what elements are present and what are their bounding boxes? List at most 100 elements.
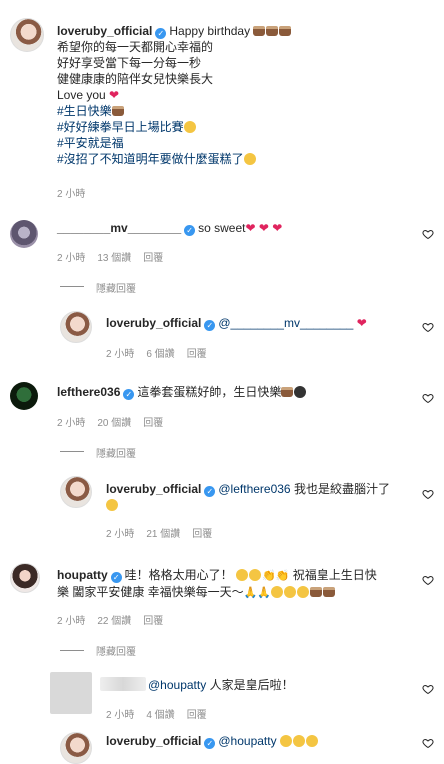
face-icon [279,735,292,747]
sweat-smile-icon [243,153,256,165]
like-heart-icon[interactable] [422,228,434,240]
comment-text: 樂 闔家平安健康 幸福快樂每一天～ [57,585,244,599]
hide-replies-button[interactable]: 隱藏回覆 [96,280,136,295]
reply-button[interactable]: 回覆 [187,349,207,360]
clap-icon: 👏 [275,570,290,582]
reply-username[interactable]: loveruby_official [106,734,201,748]
caption-line: 健健康康的陪伴女兒快樂長大 [57,72,214,86]
verified-icon: ✓ [204,738,216,749]
like-heart-icon[interactable] [422,488,434,500]
reply-meta: 2 小時 4 個讚 回覆 [106,706,219,721]
comment-text: so sweet [198,221,246,235]
divider [60,451,84,452]
mention-link[interactable]: @houpatty [148,678,206,692]
heart-emoji-icon: ❤ [258,221,269,235]
like-count[interactable]: 20 個讚 [97,418,131,429]
mention-link[interactable]: @________mv________ [218,316,353,330]
reply: loveruby_official ✓ @lefthere036 我也是絞盡腦汁了 [106,481,406,513]
heart-emoji-icon: ❤ [356,316,367,330]
avatar[interactable] [60,476,92,508]
like-heart-icon[interactable] [422,737,434,749]
pray-icon: 🙏 [243,587,258,599]
comment-time: 2 小時 [57,616,86,627]
cake-icon [111,106,124,116]
reply-text: 我也是絞盡腦汁了 [293,482,390,496]
heart-emoji-icon: ❤ [272,221,283,235]
reply-text: 人家是皇后啦！ [209,678,294,692]
avatar[interactable] [50,672,92,714]
mention-link[interactable]: @lefthere036 [218,482,290,496]
face-icon [305,735,318,747]
reply-time: 2 小時 [106,710,135,721]
hide-replies-button[interactable]: 隱藏回覆 [96,445,136,460]
verified-icon: ✓ [204,320,216,331]
hide-replies-button[interactable]: 隱藏回覆 [96,643,136,658]
cake-icon [253,26,266,36]
hashtag[interactable]: #好好練拳早日上場比賽 [57,120,184,134]
heart-emoji-icon: ❤ [245,221,256,235]
caption-line: 好好享受當下每一分每一秒 [57,56,202,70]
avatar[interactable] [10,563,40,593]
comment-text: 祝福皇上生日快 [292,568,377,582]
face-icon [284,586,297,598]
avatar[interactable] [10,18,44,52]
comment-text: 這拳套蛋糕好帥，生日快樂 [137,385,282,399]
face-icon [297,586,310,598]
cake-icon [281,387,294,397]
like-count[interactable]: 6 個讚 [146,349,174,360]
blurred-username[interactable] [100,677,146,691]
like-count[interactable]: 4 個讚 [146,710,174,721]
heart-eyes-icon [249,569,262,581]
avatar[interactable] [10,382,38,410]
reply-button[interactable]: 回覆 [143,616,163,627]
grin-face-icon [183,121,196,133]
verified-icon: ✓ [204,486,216,497]
cake-icon [266,26,279,36]
reply: loveruby_official ✓ @________mv________ ❤ [106,315,426,331]
verified-icon: ✓ [184,225,196,236]
hashtag[interactable]: #平安就是福 [57,136,124,150]
comment-meta: 2 小時 13 個讚 回覆 [57,249,175,264]
like-heart-icon[interactable] [422,683,434,695]
reply-time: 2 小時 [106,349,135,360]
face-icon [271,586,284,598]
comment-username[interactable]: ________mv________ [57,221,181,235]
reply-button[interactable]: 回覆 [187,710,207,721]
like-count[interactable]: 22 個讚 [97,616,131,627]
like-count[interactable]: 21 個讚 [146,529,180,540]
avatar[interactable] [60,311,92,343]
comment-time: 2 小時 [57,253,86,264]
avatar[interactable] [10,220,38,248]
reply-username[interactable]: loveruby_official [106,316,201,330]
comment: ________mv________ ✓ so sweet❤ ❤ ❤ [57,220,417,236]
verified-icon: ✓ [155,28,167,39]
sweat-smile-icon [106,499,118,511]
reply: @houpatty 人家是皇后啦！ [148,677,408,693]
avatar[interactable] [60,732,92,764]
verified-icon: ✓ [110,572,122,583]
mention-link[interactable]: @houpatty [218,734,276,748]
reply-button[interactable]: 回覆 [143,418,163,429]
pray-icon: 🙏 [257,587,272,599]
reply: loveruby_official ✓ @houpatty [106,733,406,749]
post-caption: loveruby_official ✓ Happy birthday 希望你的每一天… [57,23,427,167]
heart-eyes-icon [236,569,249,581]
like-count[interactable]: 13 個讚 [97,253,131,264]
post-username[interactable]: loveruby_official [57,24,152,38]
cake-icon [310,587,323,597]
reply-button[interactable]: 回覆 [192,529,212,540]
hashtag[interactable]: #生日快樂 [57,104,112,118]
comment-time: 2 小時 [57,418,86,429]
comment-meta: 2 小時 22 個讚 回覆 [57,612,175,627]
divider [60,650,84,651]
reply-username[interactable]: loveruby_official [106,482,201,496]
like-heart-icon[interactable] [422,574,434,586]
comment-username[interactable]: houpatty [57,568,108,582]
like-heart-icon[interactable] [422,321,434,333]
like-heart-icon[interactable] [422,392,434,404]
comment-username[interactable]: lefthere036 [57,385,120,399]
reply-button[interactable]: 回覆 [143,253,163,264]
reply-meta: 2 小時 21 個讚 回覆 [106,525,224,540]
caption-line: Love you [57,88,106,102]
hashtag[interactable]: #沒招了不知道明年要做什麼蛋糕了 [57,152,244,166]
